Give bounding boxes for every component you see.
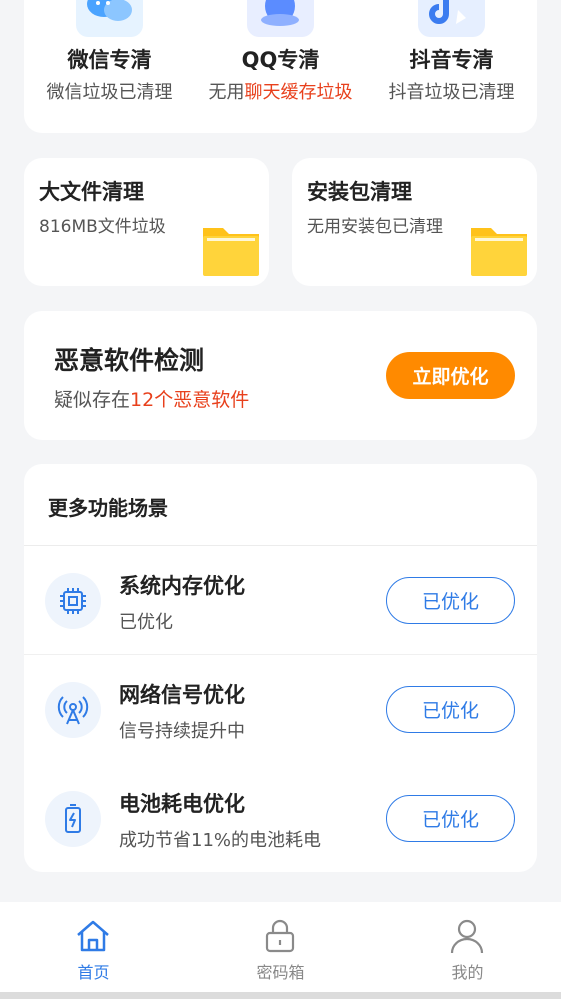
list-item-battery[interactable]: 电池耗电优化 成功节省11%的电池耗电 已优化 (24, 764, 537, 873)
big-file-subtitle: 816MB文件垃圾 (39, 217, 166, 237)
chip-icon (45, 573, 101, 629)
optimized-button[interactable]: 已优化 (386, 795, 515, 842)
tab-label: 我的 (451, 963, 484, 982)
big-file-title: 大文件清理 (39, 180, 144, 204)
signal-tower-icon (45, 682, 101, 738)
apk-clean-card[interactable]: 安装包清理 无用安装包已清理 (292, 158, 537, 286)
apk-title: 安装包清理 (307, 180, 412, 204)
qq-icon (247, 0, 314, 37)
malware-title: 恶意软件检测 (54, 346, 205, 375)
list-item-network[interactable]: 网络信号优化 信号持续提升中 已优化 (24, 655, 537, 764)
malware-detect-card: 恶意软件检测 疑似存在12个恶意软件 立即优化 (24, 311, 537, 440)
app-subtitle: 无用聊天缓存垃圾 (208, 82, 353, 103)
app-title: 微信专清 (67, 48, 152, 72)
wechat-icon (76, 0, 143, 37)
item-title: 系统内存优化 (119, 574, 245, 598)
navigation-bar-strip (0, 992, 561, 999)
douyin-icon (418, 0, 485, 37)
section-heading: 更多功能场景 (48, 496, 168, 520)
optimize-now-button[interactable]: 立即优化 (386, 352, 515, 399)
big-file-clean-card[interactable]: 大文件清理 816MB文件垃圾 (24, 158, 269, 286)
app-subtitle: 微信垃圾已清理 (46, 82, 173, 103)
tab-password-box[interactable]: 密码箱 (187, 902, 374, 992)
item-subtitle: 成功节省11%的电池耗电 (119, 830, 322, 851)
item-title: 电池耗电优化 (119, 792, 245, 816)
bottom-tab-bar: 首页 密码箱 我的 (0, 902, 561, 992)
list-item-memory[interactable]: 系统内存优化 已优化 已优化 (24, 546, 537, 655)
lock-icon (262, 918, 298, 954)
optimized-button[interactable]: 已优化 (386, 686, 515, 733)
folder-icon (201, 222, 261, 276)
item-subtitle: 已优化 (119, 612, 173, 633)
home-icon (75, 918, 111, 954)
apk-subtitle: 无用安装包已清理 (307, 217, 443, 237)
folder-icon (469, 222, 529, 276)
battery-icon (45, 791, 101, 847)
tab-home[interactable]: 首页 (0, 902, 187, 992)
app-title: QQ专清 (241, 48, 320, 72)
more-features-card: 更多功能场景 系统内存优化 已优化 已优化 网络信号优化 信号持续提升中 已优化 (24, 464, 537, 872)
tab-label: 密码箱 (256, 963, 305, 982)
user-icon (449, 918, 485, 954)
tab-label: 首页 (77, 963, 110, 982)
app-subtitle: 抖音垃圾已清理 (388, 82, 515, 103)
item-subtitle: 信号持续提升中 (119, 721, 245, 742)
app-title: 抖音专清 (409, 48, 494, 72)
tab-mine[interactable]: 我的 (374, 902, 561, 992)
app-cleaners-card: 微信专清 微信垃圾已清理 QQ专清 无用聊天缓存垃圾 抖音专清 抖音垃圾已清理 (24, 0, 537, 133)
item-title: 网络信号优化 (119, 683, 245, 707)
malware-subtitle: 疑似存在12个恶意软件 (54, 389, 250, 411)
optimized-button[interactable]: 已优化 (386, 577, 515, 624)
